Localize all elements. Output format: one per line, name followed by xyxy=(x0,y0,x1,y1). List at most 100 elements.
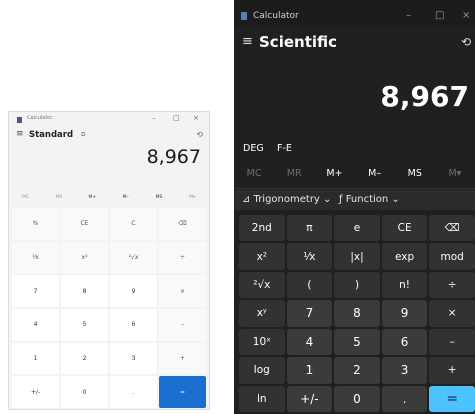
digit-9-button[interactable]: 9 xyxy=(110,275,157,307)
e-button[interactable]: e xyxy=(334,215,380,242)
square-button[interactable]: x² xyxy=(239,243,285,270)
add-button[interactable]: + xyxy=(429,357,475,384)
standard-keypad: % CE C ⌫ ⅟x x² ²√x ÷ 7 8 9 × 4 5 6– 1 2 3 + +/- 0. = xyxy=(12,208,206,408)
digit-1-button[interactable]: 1 xyxy=(286,357,333,384)
memory-clear-button[interactable]: MC xyxy=(234,164,274,184)
memory-subtract-button[interactable]: M– xyxy=(109,191,142,205)
calculator-app-icon xyxy=(17,117,22,123)
digit-6-button[interactable]: 6 xyxy=(110,308,157,341)
subtract-button[interactable]: – xyxy=(159,308,206,341)
multiply-button[interactable]: × xyxy=(159,275,206,307)
digit-7-button[interactable]: 7 xyxy=(12,275,59,307)
ln-button[interactable]: ln xyxy=(239,385,285,412)
mode-header: ≡ Standard ⧉ ⟲ xyxy=(9,128,209,144)
digit-4-button[interactable]: 4 xyxy=(12,308,59,341)
clear-entry-button[interactable]: CE xyxy=(381,215,428,242)
digit-6-button[interactable]: 6 xyxy=(381,328,428,356)
history-icon[interactable]: ⟲ xyxy=(461,35,471,49)
result-display: 8,967 xyxy=(380,80,469,113)
equals-button[interactable]: = xyxy=(429,385,475,412)
decimal-button[interactable]: . xyxy=(110,376,157,408)
open-paren-button[interactable]: ( xyxy=(286,271,333,299)
close-button[interactable]: × xyxy=(462,10,470,21)
minimize-button[interactable]: – xyxy=(406,10,411,21)
negate-button[interactable]: +/- xyxy=(12,376,59,408)
exp-button[interactable]: exp xyxy=(381,243,428,270)
memory-store-button[interactable]: MS xyxy=(395,164,435,184)
memory-list-button[interactable]: M▾ xyxy=(435,164,475,184)
hamburger-menu-icon[interactable]: ≡ xyxy=(242,34,253,49)
memory-add-button[interactable]: M+ xyxy=(76,191,109,205)
digit-3-button[interactable]: 3 xyxy=(381,357,428,384)
mode-title: Standard xyxy=(29,130,74,140)
memory-store-button[interactable]: MS xyxy=(142,191,175,205)
log-button[interactable]: log xyxy=(239,357,285,384)
digit-3-button[interactable]: 3 xyxy=(110,342,157,375)
second-button[interactable]: 2nd xyxy=(239,215,285,242)
decimal-button[interactable]: . xyxy=(381,385,428,412)
absolute-button[interactable]: |x| xyxy=(334,243,380,270)
memory-add-button[interactable]: M+ xyxy=(314,164,354,184)
factorial-button[interactable]: n! xyxy=(381,271,428,299)
function-toolbar: ⊿ Trigonometry ⌄ ƒ Function ⌄ xyxy=(234,190,475,210)
divide-button[interactable]: ÷ xyxy=(159,241,206,274)
digit-7-button[interactable]: 7 xyxy=(286,300,333,327)
close-button[interactable]: × xyxy=(193,114,199,122)
square-button[interactable]: x² xyxy=(61,241,108,274)
digit-0-button[interactable]: 0 xyxy=(61,376,108,408)
digit-1-button[interactable]: 1 xyxy=(12,342,59,375)
add-button[interactable]: + xyxy=(159,342,206,375)
digit-0-button[interactable]: 0 xyxy=(334,385,380,412)
hamburger-menu-icon[interactable]: ≡ xyxy=(16,129,24,139)
digit-5-button[interactable]: 5 xyxy=(334,328,380,356)
title-bar: Calculator – □ × xyxy=(234,0,475,26)
fe-button[interactable]: F-E xyxy=(277,143,292,154)
memory-list-button[interactable]: M▾ xyxy=(176,191,209,205)
digit-8-button[interactable]: 8 xyxy=(334,300,380,327)
mod-button[interactable]: mod xyxy=(429,243,475,270)
reciprocal-button[interactable]: ⅟x xyxy=(12,241,59,274)
pi-button[interactable]: π xyxy=(286,215,333,242)
maximize-button[interactable]: □ xyxy=(435,10,444,21)
digit-8-button[interactable]: 8 xyxy=(61,275,108,307)
digit-4-button[interactable]: 4 xyxy=(286,328,333,356)
memory-subtract-button[interactable]: M– xyxy=(355,164,395,184)
clear-entry-button[interactable]: CE xyxy=(61,208,108,240)
trigonometry-dropdown[interactable]: ⊿ Trigonometry ⌄ xyxy=(242,194,331,205)
keep-on-top-icon[interactable]: ⧉ xyxy=(81,131,85,139)
mode-header: ≡ Scientific ⟲ xyxy=(234,30,475,56)
digit-9-button[interactable]: 9 xyxy=(381,300,428,327)
backspace-button[interactable]: ⌫ xyxy=(159,208,206,240)
divider xyxy=(234,188,475,189)
memory-clear-button[interactable]: MC xyxy=(9,191,42,205)
ten-power-button[interactable]: 10ˣ xyxy=(239,328,285,356)
window-title: Calculator xyxy=(253,11,299,21)
digit-2-button[interactable]: 2 xyxy=(61,342,108,375)
memory-bar: MC MR M+ M– MS M▾ xyxy=(9,191,209,205)
square-root-button[interactable]: ²√x xyxy=(239,271,285,299)
equals-button[interactable]: = xyxy=(159,376,206,408)
memory-recall-button[interactable]: MR xyxy=(274,164,314,184)
digit-2-button[interactable]: 2 xyxy=(334,357,380,384)
backspace-button[interactable]: ⌫ xyxy=(429,215,475,242)
divide-button[interactable]: ÷ xyxy=(429,271,475,299)
function-dropdown[interactable]: ƒ Function ⌄ xyxy=(339,194,400,205)
history-icon[interactable]: ⟲ xyxy=(196,130,203,139)
multiply-button[interactable]: × xyxy=(429,300,475,327)
maximize-button[interactable]: □ xyxy=(173,114,180,122)
window-title: Calculator xyxy=(27,115,53,121)
negate-button[interactable]: +/- xyxy=(286,385,333,412)
square-root-button[interactable]: ²√x xyxy=(110,241,157,274)
calculator-app-icon xyxy=(241,12,247,20)
subtract-button[interactable]: – xyxy=(429,328,475,356)
memory-recall-button[interactable]: MR xyxy=(42,191,75,205)
close-paren-button[interactable]: ) xyxy=(334,271,380,299)
memory-bar: MC MR M+ M– MS M▾ xyxy=(234,164,475,184)
reciprocal-button[interactable]: ⅟x xyxy=(286,243,333,270)
percent-button[interactable]: % xyxy=(12,208,59,240)
angle-unit-button[interactable]: DEG xyxy=(243,143,264,154)
digit-5-button[interactable]: 5 xyxy=(61,308,108,341)
clear-button[interactable]: C xyxy=(110,208,157,240)
power-button[interactable]: xʸ xyxy=(239,300,285,327)
minimize-button[interactable]: – xyxy=(152,114,156,122)
